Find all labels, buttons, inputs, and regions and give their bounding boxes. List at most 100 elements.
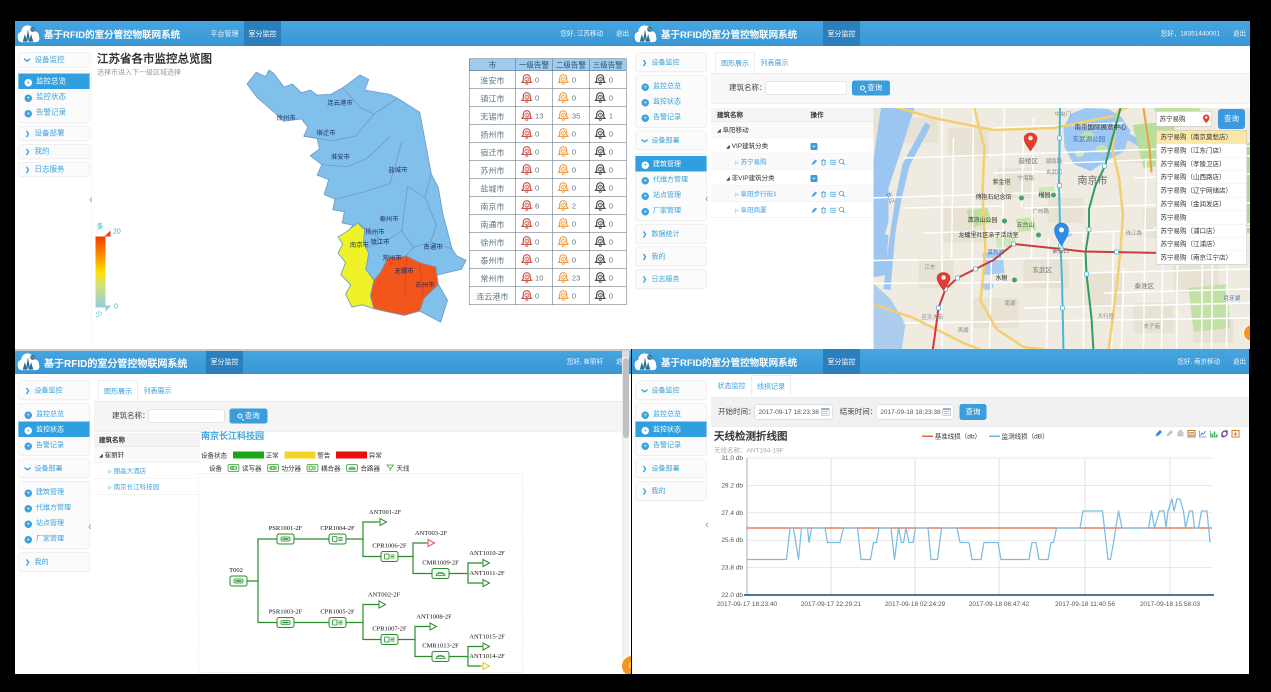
svg-text:扬州市: 扬州市 [365,228,384,236]
svg-text:2: 2 [563,131,565,136]
svg-text:1: 1 [526,293,528,298]
svg-text:CPR1005-2F: CPR1005-2F [320,609,355,616]
svg-text:3: 3 [599,77,601,82]
svg-text:鼓楼区: 鼓楼区 [1019,156,1039,165]
svg-text:南京市: 南京市 [350,241,369,249]
svg-text:T002: T002 [229,567,243,574]
svg-text:1: 1 [526,149,528,154]
svg-text:夫子庙: 夫子庙 [1144,322,1161,330]
svg-text:3: 3 [599,239,601,244]
svg-text:2: 2 [563,257,565,262]
svg-text:2: 2 [563,77,565,82]
svg-text:水榭: 水榭 [996,274,1008,282]
svg-text:珠江路: 珠江路 [1126,229,1143,237]
svg-text:苏州市: 苏州市 [415,281,434,289]
svg-text:傅抱石纪念馆: 傅抱石纪念馆 [976,193,1012,201]
svg-text:3: 3 [599,293,601,298]
svg-text:紫金塔: 紫金塔 [993,178,1011,186]
svg-text:湖南路: 湖南路 [1046,157,1063,165]
svg-text:3: 3 [599,221,601,226]
svg-text:ANT1015-2F: ANT1015-2F [469,634,505,641]
svg-text:南湖: 南湖 [1005,299,1017,307]
svg-text:3: 3 [599,113,601,118]
svg-text:2: 2 [563,95,565,100]
svg-text:2: 2 [563,149,565,154]
svg-text:莫愁湖: 莫愁湖 [988,248,1005,256]
svg-text:ANT1010-2F: ANT1010-2F [469,550,505,557]
svg-text:南通市: 南通市 [423,243,442,251]
svg-text:2: 2 [563,239,565,244]
svg-text:2017-09-18 15:58:03: 2017-09-18 15:58:03 [1140,601,1201,608]
svg-text:3: 3 [599,275,601,280]
svg-text:1: 1 [526,257,528,262]
svg-text:榴园: 榴园 [1039,191,1051,199]
svg-text:3: 3 [599,167,601,172]
svg-text:2: 2 [563,185,565,190]
svg-text:1: 1 [526,167,528,172]
svg-text:南京国际展览中心: 南京国际展览中心 [1075,122,1128,131]
svg-text:2017-09-17 22:29:21: 2017-09-17 22:29:21 [801,601,862,608]
svg-text:1: 1 [526,185,528,190]
svg-text:2: 2 [563,293,565,298]
svg-text:应天大街: 应天大街 [922,313,945,321]
svg-text:3: 3 [599,257,601,262]
svg-text:PSR1001-2F: PSR1001-2F [269,525,303,532]
svg-text:2017-09-17 18:23:40: 2017-09-17 18:23:40 [717,601,778,608]
svg-text:龙蟠里社区亲子活动室: 龙蟠里社区亲子活动室 [959,231,1019,239]
svg-text:2: 2 [563,221,565,226]
svg-text:2: 2 [563,167,565,172]
svg-text:PSR1003-2F: PSR1003-2F [269,609,303,616]
svg-text:南京市: 南京市 [1078,174,1108,187]
svg-text:盐城市: 盐城市 [388,166,407,174]
svg-text:ANT001-2F: ANT001-2F [369,509,402,516]
svg-text:ANT1008-2F: ANT1008-2F [416,614,452,621]
svg-text:徐州市: 徐州市 [276,114,295,122]
svg-text:广州路: 广州路 [1033,207,1050,215]
svg-text:泰州市: 泰州市 [379,215,398,223]
svg-text:新街口: 新街口 [1053,247,1070,255]
svg-text:3: 3 [599,131,601,136]
svg-text:滨湖: 滨湖 [958,326,970,334]
svg-text:31.0 db: 31.0 db [721,455,743,462]
svg-text:2017-09-18 06:47:42: 2017-09-18 06:47:42 [969,601,1030,608]
svg-text:2017-09-18 02:24:29: 2017-09-18 02:24:29 [885,601,946,608]
svg-text:月牙湖: 月牙湖 [1224,294,1241,302]
svg-text:秦淮区: 秦淮区 [1135,281,1155,290]
svg-text:22.0 db: 22.0 db [721,592,743,599]
svg-text:23.8 db: 23.8 db [721,565,743,572]
svg-text:1: 1 [526,113,528,118]
svg-text:宁海路: 宁海路 [1018,174,1035,182]
svg-text:29.2 db: 29.2 db [721,482,743,489]
svg-text:江东: 江东 [925,263,937,271]
svg-text:CMR1013-2F: CMR1013-2F [422,643,459,650]
svg-text:CPR1007-2F: CPR1007-2F [372,626,407,633]
svg-text:1: 1 [526,131,528,136]
svg-text:宿迁市: 宿迁市 [316,129,335,137]
svg-text:3: 3 [599,203,601,208]
svg-text:大行宫: 大行宫 [1098,312,1115,320]
svg-text:1: 1 [526,203,528,208]
svg-text:CMR1009-2F: CMR1009-2F [422,560,459,567]
svg-text:1: 1 [526,221,528,226]
svg-text:常州市: 常州市 [382,254,401,262]
svg-text:25.6 db: 25.6 db [721,537,743,544]
svg-text:1: 1 [526,77,528,82]
svg-text:ANT1011-2F: ANT1011-2F [469,570,505,577]
svg-text:连云港市: 连云港市 [327,99,352,107]
svg-text:CPR1006-2F: CPR1006-2F [372,543,407,550]
svg-text:五台山: 五台山 [1017,221,1035,229]
svg-text:淮安市: 淮安市 [331,153,350,161]
svg-text:2: 2 [563,275,565,280]
svg-text:CPR1004-2F: CPR1004-2F [320,525,355,532]
svg-text:ANT002-2F: ANT002-2F [368,592,401,599]
svg-text:清凉山公园: 清凉山公园 [968,216,998,224]
svg-text:2: 2 [563,203,565,208]
svg-text:3: 3 [599,149,601,154]
svg-text:无锡市: 无锡市 [394,267,413,275]
svg-text:ANT1014-2F: ANT1014-2F [469,653,505,660]
svg-text:27.4 db: 27.4 db [721,510,743,517]
svg-text:1: 1 [526,239,528,244]
svg-text:3: 3 [599,95,601,100]
svg-text:1: 1 [526,95,528,100]
svg-text:中央门: 中央门 [1055,110,1072,118]
